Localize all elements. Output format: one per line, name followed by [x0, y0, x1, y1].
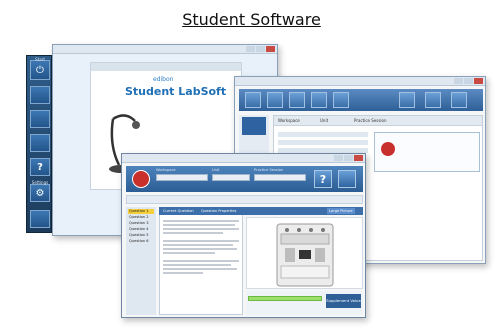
exercise-window: Workspace Unit Practice Session ? Questi… — [121, 153, 366, 318]
minimize-button[interactable] — [454, 78, 463, 84]
list-item[interactable] — [278, 140, 368, 145]
launcher-settings-button[interactable]: ⚙ — [30, 184, 50, 202]
power-icon: ⏻ — [36, 65, 44, 76]
question-text-panel — [159, 207, 243, 315]
page-title: Student Software — [182, 10, 321, 29]
launcher-results-button[interactable] — [30, 134, 50, 152]
minimize-button[interactable] — [246, 46, 255, 52]
supplement-value-button[interactable]: Supplement Value — [326, 294, 361, 308]
toolbar-button[interactable] — [245, 92, 261, 108]
settings-icon: ⚙ — [35, 188, 45, 199]
toolbar-button[interactable] — [311, 92, 327, 108]
question-item[interactable]: Question 2 — [128, 215, 154, 220]
launcher-exit-button[interactable] — [30, 210, 50, 228]
answer-status-bar — [248, 296, 322, 301]
col-header: Unit — [320, 118, 329, 123]
tab-question-properties[interactable]: Question Properties — [199, 208, 238, 214]
text-line — [163, 248, 237, 250]
help-button[interactable]: ? — [314, 170, 332, 188]
toolbar-button[interactable] — [333, 92, 349, 108]
window-controls — [454, 78, 483, 84]
close-button[interactable] — [474, 78, 483, 84]
col-header: Workspace — [278, 118, 300, 123]
text-line — [163, 244, 233, 246]
question-panel — [374, 132, 480, 172]
launcher-help-button[interactable]: ? — [30, 158, 50, 176]
exit-button[interactable] — [338, 170, 356, 188]
minimize-button[interactable] — [334, 155, 343, 161]
launcher-start-label: Start — [35, 57, 45, 62]
splash-panel-bar — [91, 63, 241, 71]
large-picture-button[interactable]: Large Picture — [327, 208, 355, 214]
close-button[interactable] — [266, 46, 275, 52]
splash-title: Student LabSoft — [125, 85, 227, 98]
session-field[interactable] — [254, 174, 306, 181]
toolbar-button[interactable] — [289, 92, 305, 108]
brand-logo — [381, 142, 395, 156]
device-image — [246, 217, 363, 289]
unit-field[interactable] — [212, 174, 250, 181]
close-button[interactable] — [354, 155, 363, 161]
info-bar — [126, 195, 363, 204]
window-controls — [246, 46, 275, 52]
question-item[interactable]: Question 5 — [128, 233, 154, 238]
question-item[interactable]: Question 4 — [128, 227, 154, 232]
field-label: Practice Session — [254, 168, 284, 172]
question-item[interactable]: Question 1 — [128, 209, 154, 214]
maximize-button[interactable] — [344, 155, 353, 161]
question-item[interactable]: Question 3 — [128, 221, 154, 226]
launcher-exercise-button[interactable] — [30, 110, 50, 128]
maximize-button[interactable] — [256, 46, 265, 52]
exercise-titlebar — [122, 154, 365, 163]
window-controls — [334, 155, 363, 161]
tab-current-question[interactable]: Current Question — [161, 208, 196, 214]
text-line — [163, 220, 239, 222]
question-list: Question 1 Question 2 Question 3 Questio… — [126, 207, 156, 315]
col-header: Practice Session — [354, 118, 387, 123]
toolbar-button[interactable] — [399, 92, 415, 108]
text-line — [163, 224, 235, 226]
question-item[interactable]: Question 6 — [128, 239, 154, 244]
text-line — [163, 240, 239, 242]
sidebar-button[interactable] — [242, 117, 266, 135]
main-titlebar — [235, 77, 485, 86]
text-line — [163, 264, 231, 266]
text-line — [163, 260, 239, 262]
field-label: Workspace — [156, 168, 176, 172]
brand-logo — [132, 170, 150, 188]
toolbar-button[interactable] — [451, 92, 467, 108]
text-line — [163, 228, 239, 230]
tab-bar: Current Question Question Properties Lar… — [159, 207, 363, 215]
launcher-start-button[interactable]: ⏻ — [30, 60, 50, 80]
composite-screenshot: Student Software ⏻ Start ? ⚙ Settings ed… — [0, 0, 503, 335]
toolbar-button[interactable] — [267, 92, 283, 108]
list-item[interactable] — [278, 132, 368, 137]
text-line — [163, 272, 203, 274]
launcher-settings-label: Settings — [31, 180, 49, 185]
field-label: Unit — [212, 168, 220, 172]
main-toolbar — [239, 89, 483, 111]
text-line — [163, 252, 215, 254]
workspace-field[interactable] — [156, 174, 208, 181]
brand-logo: edibon — [153, 76, 174, 83]
main-header: Workspace Unit Practice Session — [274, 116, 482, 126]
text-line — [163, 232, 223, 234]
splash-titlebar — [53, 45, 277, 54]
launcher-sidebar: ⏻ Start ? ⚙ Settings — [26, 55, 52, 233]
rcd-breaker-icon — [276, 223, 334, 287]
launcher-list-button[interactable] — [30, 86, 50, 104]
answer-area: Supplement Value — [246, 291, 363, 315]
help-icon: ? — [37, 162, 43, 173]
text-line — [163, 268, 237, 270]
exercise-header: Workspace Unit Practice Session ? — [126, 166, 363, 192]
toolbar-button[interactable] — [425, 92, 441, 108]
maximize-button[interactable] — [464, 78, 473, 84]
